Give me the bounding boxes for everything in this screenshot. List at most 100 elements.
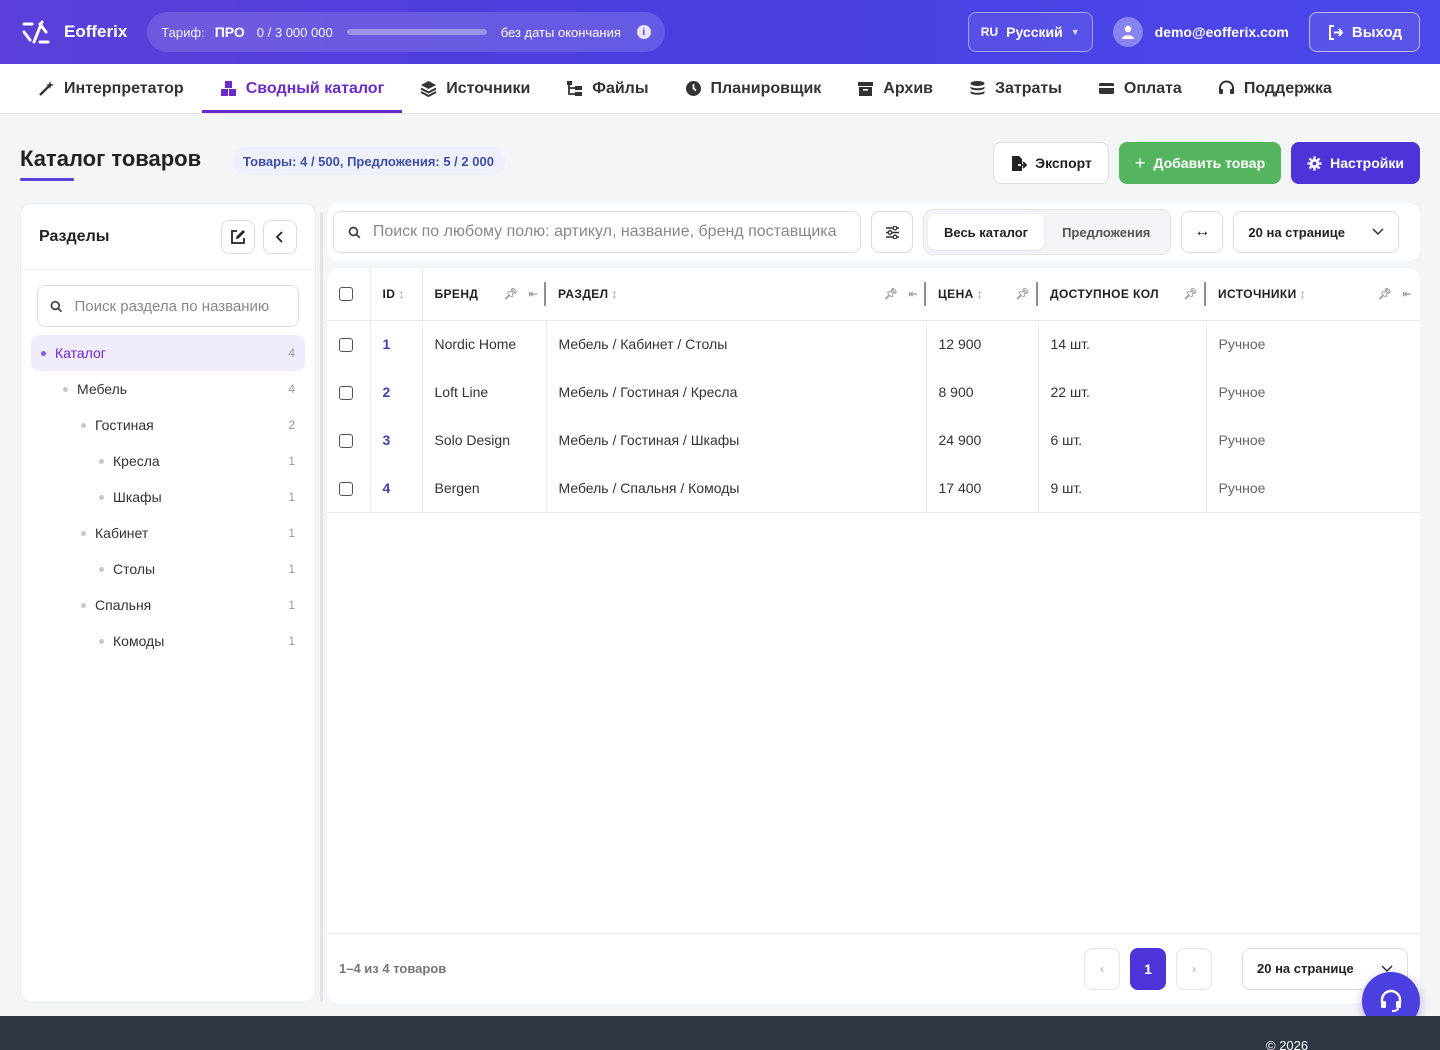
tree-item[interactable]: Спальня 1 [21, 587, 315, 623]
sort-icon[interactable]: ↕ [612, 287, 618, 301]
nav-label: Оплата [1123, 79, 1182, 97]
sources-cell: Ручное [1206, 320, 1420, 368]
product-id-link[interactable]: 4 [383, 480, 391, 496]
tree-item[interactable]: Кресла 1 [21, 443, 315, 479]
tree-item-count: 1 [288, 598, 295, 612]
price-cell: 8 900 [926, 368, 1039, 416]
tree-item[interactable]: Комоды 1 [21, 623, 315, 659]
table-toolbar: Весь каталог Предложения ↔ 20 на страниц… [327, 203, 1420, 261]
select-all-checkbox[interactable] [339, 287, 353, 302]
catalog-search-input[interactable] [372, 223, 846, 241]
column-header-qty[interactable]: ДОСТУПНОЕ КОЛ 📌︎ [1038, 268, 1206, 321]
table-row[interactable]: 2 Loft Line Мебель / Гостиная / Кресла 8 90… [327, 368, 1420, 416]
edit-sections-button[interactable] [221, 219, 255, 254]
user-email: demo@eofferix.com [1154, 24, 1289, 40]
bullet-icon [81, 422, 86, 428]
pin-icon[interactable]: 📌︎ [1378, 287, 1392, 300]
tree-item[interactable]: Столы 1 [21, 551, 315, 587]
column-header-price[interactable]: ЦЕНА ↕ 📌︎ [926, 268, 1038, 321]
tree-item[interactable]: Шкафы 1 [21, 479, 315, 515]
column-header-sources[interactable]: ИСТОЧНИКИ ↕ 📌︎ ⇤ [1206, 268, 1420, 321]
tree-item-label: Гостиная [95, 417, 154, 433]
sidebar-resize-handle[interactable] [320, 212, 323, 1002]
section-search-input[interactable] [74, 297, 286, 315]
language-select[interactable]: RU Русский ▼ [967, 12, 1093, 52]
sort-icon[interactable]: ↕ [398, 287, 404, 301]
brand-cell: Loft Line [422, 368, 547, 416]
product-id-link[interactable]: 2 [383, 384, 391, 400]
tree-item-label: Спальня [95, 597, 152, 613]
row-checkbox[interactable] [339, 386, 353, 401]
tariff-pill: Тариф: ПРО 0 / 3 000 000 без даты оконча… [147, 12, 665, 52]
row-checkbox[interactable] [339, 434, 353, 449]
export-button[interactable]: Экспорт [993, 142, 1109, 184]
logout-button[interactable]: Выход [1308, 12, 1420, 52]
main-nav: Интерпретатор Сводный каталог Источники … [0, 64, 1440, 114]
section-cell: Мебель / Гостиная / Шкафы [546, 416, 927, 464]
id-cell: 1 [370, 320, 423, 368]
settings-button[interactable]: Настройки [1291, 142, 1420, 184]
bullet-icon [81, 530, 86, 536]
sort-icon[interactable]: ↕ [1300, 287, 1306, 301]
page-button-current[interactable]: 1 [1130, 947, 1166, 990]
tree-item[interactable]: Кабинет 1 [21, 515, 315, 551]
filters-button[interactable] [871, 211, 913, 253]
section-search-field[interactable] [37, 285, 299, 327]
catalog-search-field[interactable] [333, 211, 861, 253]
pin-icon[interactable]: 📌︎ [884, 287, 898, 300]
tab-offers[interactable]: Предложения [1046, 214, 1166, 250]
chevron-left-icon [275, 230, 283, 243]
expand-columns-button[interactable]: ↔ [1181, 211, 1224, 253]
collapse-column-icon[interactable]: ⇤ [1402, 287, 1412, 300]
nav-label: Поддержка [1243, 79, 1332, 97]
tree-item[interactable]: Мебель 4 [21, 371, 315, 407]
id-cell: 2 [370, 368, 423, 416]
next-page-button[interactable]: › [1176, 947, 1212, 990]
table-row[interactable]: 1 Nordic Home Мебель / Кабинет / Столы 12 9… [327, 320, 1420, 368]
pin-icon[interactable]: 📌︎ [1184, 287, 1198, 300]
nav-item-files[interactable]: Файлы [548, 64, 666, 113]
column-header-section[interactable]: РАЗДЕЛ ↕ 📌︎ ⇤ [546, 268, 926, 321]
tab-whole-catalog[interactable]: Весь каталог [928, 214, 1045, 250]
collapse-sidebar-button[interactable] [263, 219, 297, 254]
prev-page-button[interactable]: ‹ [1084, 947, 1120, 990]
table-row[interactable]: 3 Solo Design Мебель / Гостиная / Шкафы 24 … [327, 416, 1420, 464]
per-page-select[interactable]: 20 на странице [1233, 211, 1400, 253]
collapse-column-icon[interactable]: ⇤ [908, 287, 918, 300]
tree-item-label: Мебель [77, 381, 128, 397]
nav-item-costs[interactable]: Затраты [951, 64, 1080, 113]
add-product-button[interactable]: + Добавить товар [1118, 142, 1282, 184]
nav-item-archive[interactable]: Архив [839, 64, 951, 113]
tree-item-count: 4 [288, 382, 295, 396]
column-label: РАЗДЕЛ [558, 286, 609, 301]
file-export-icon [1012, 155, 1028, 171]
sort-icon[interactable]: ↕ [977, 287, 983, 301]
product-id-link[interactable]: 3 [383, 432, 391, 448]
nav-item-catalog[interactable]: Сводный каталог [201, 64, 403, 113]
column-header-brand[interactable]: БРЕНД 📌︎ ⇤ [422, 268, 546, 321]
sidebar-header: Разделы [21, 204, 315, 270]
row-checkbox[interactable] [339, 481, 353, 496]
collapse-column-icon[interactable]: ⇤ [528, 287, 538, 300]
range-text: 1–4 из 4 товаров [339, 961, 447, 976]
nav-item-payment[interactable]: Оплата [1080, 64, 1200, 113]
tree-item[interactable]: Гостиная 2 [21, 407, 315, 443]
nav-item-sources[interactable]: Источники [402, 64, 548, 113]
user-menu[interactable]: demo@eofferix.com [1112, 17, 1289, 47]
nav-label: Затраты [994, 79, 1062, 97]
nav-item-support[interactable]: Поддержка [1200, 64, 1350, 113]
bullet-icon [99, 458, 104, 464]
nav-item-interpreter[interactable]: Интерпретатор [20, 64, 202, 113]
product-id-link[interactable]: 1 [383, 336, 391, 352]
pin-icon[interactable]: 📌︎ [1016, 287, 1030, 300]
tree-item[interactable]: Каталог 4 [31, 335, 305, 371]
brand-logo[interactable]: Eofferix [20, 16, 127, 48]
row-checkbox[interactable] [339, 338, 353, 353]
qty-cell: 6 шт. [1038, 416, 1207, 464]
table-row[interactable]: 4 Bergen Мебель / Спальня / Комоды 17 400 9 … [327, 464, 1420, 513]
tree-item-count: 2 [288, 418, 295, 432]
nav-item-scheduler[interactable]: Планировщик [667, 64, 840, 113]
pin-icon[interactable]: 📌︎ [504, 287, 518, 300]
info-icon[interactable]: i [636, 25, 651, 39]
column-header-id[interactable]: ID ↕ [370, 268, 423, 321]
